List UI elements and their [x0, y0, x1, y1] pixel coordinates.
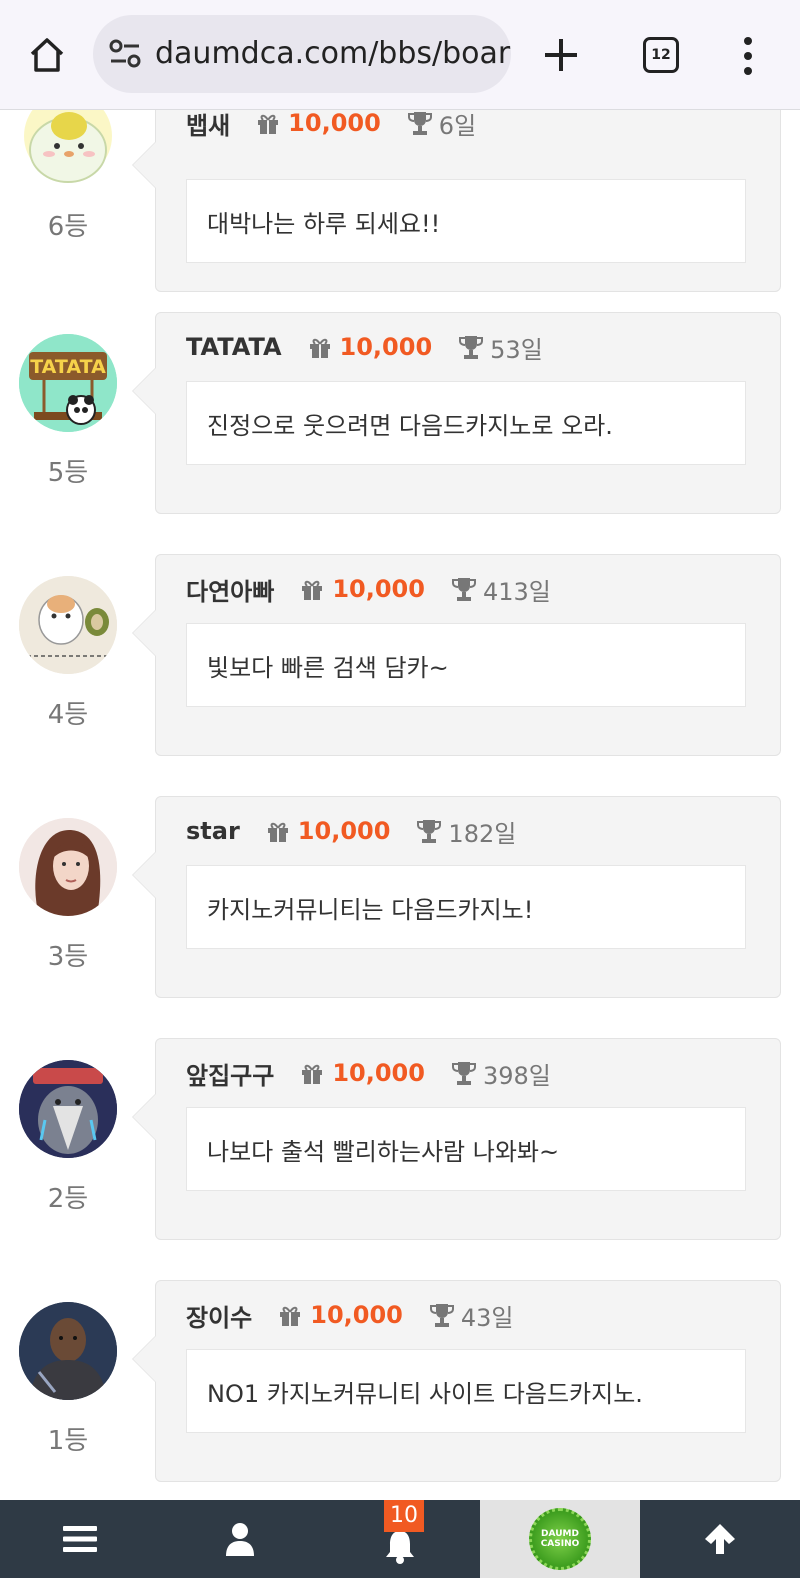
points-amount: 10,000 — [288, 109, 381, 137]
url-text[interactable]: daumdca.com/bbs/board — [155, 37, 511, 71]
gift-icon — [267, 822, 288, 842]
comment-card: 장이수 10,000 43일 NO1 카지노커뮤니티 사이트 다음드카지노. — [132, 1280, 781, 1482]
home-logo-button[interactable]: DAUMD CASINO — [480, 1500, 640, 1578]
points-amount: 10,000 — [339, 333, 433, 361]
avatar[interactable] — [19, 1060, 117, 1158]
user-icon — [226, 1523, 254, 1556]
site-info-icon[interactable] — [107, 37, 143, 71]
trophy-icon — [417, 820, 442, 843]
comment-card: 다연아빠 10,000 413일 빛보다 빠른 검색 담카~ — [132, 554, 781, 756]
address-bar[interactable]: daumdca.com/bbs/board — [93, 15, 511, 93]
trophy-icon — [407, 112, 432, 135]
comment-card: 뱁새 10,000 6일 대박나는 하루 되세요!! — [132, 86, 781, 292]
list-item: 1등 장이수 10,000 43일 NO1 카지노커뮤니티 사이트 다음드카지노… — [0, 1280, 800, 1504]
points-amount: 10,000 — [332, 1059, 425, 1087]
attendance-days: 53일 — [490, 335, 543, 364]
comment-text: 진정으로 웃으려면 다음드카지노로 오라. — [186, 381, 746, 465]
comment-meta: 앞집구구 10,000 398일 — [186, 1053, 551, 1093]
nickname[interactable]: 앞집구구 — [186, 1056, 274, 1091]
comment-text: 대박나는 하루 되세요!! — [186, 179, 746, 263]
avatar-text: TATATA — [30, 356, 106, 378]
trophy-icon — [451, 578, 476, 601]
avatar[interactable] — [19, 1302, 117, 1400]
comment-meta: star 10,000 182일 — [186, 811, 516, 851]
tabs-icon[interactable]: 12 — [643, 37, 679, 73]
attendance-days: 182일 — [448, 819, 517, 848]
menu-icon — [63, 1526, 97, 1552]
comment-meta: TATATA 10,000 53일 — [186, 327, 543, 367]
rank-label: 2등 — [47, 1184, 89, 1214]
list-item: 3등 star 10,000 182일 카지노커뮤니티는 다음드카지노! — [0, 796, 800, 1020]
list-item: TATATA 5등 TATATA 10,000 53일 진정으로 웃으려면 다음… — [0, 312, 800, 536]
nickname[interactable]: TATATA — [186, 333, 282, 361]
menu-button[interactable] — [0, 1500, 160, 1578]
logo-text: DAUMD CASINO — [540, 1529, 580, 1549]
rank-label: 3등 — [47, 942, 89, 972]
trophy-icon — [429, 1304, 454, 1327]
avatar[interactable] — [19, 818, 117, 916]
nickname[interactable]: star — [186, 817, 240, 845]
nickname[interactable]: 뱁새 — [186, 106, 230, 141]
user-button[interactable] — [160, 1500, 320, 1578]
notification-button[interactable]: 10 — [320, 1500, 480, 1578]
attendance-days: 413일 — [482, 577, 551, 606]
list-item: 2등 앞집구구 10,000 398일 나보다 출석 빨리하는사람 나와봐~ — [0, 1038, 800, 1262]
gift-icon — [280, 1306, 301, 1326]
trophy-icon — [451, 1062, 476, 1085]
rank-label: 6등 — [47, 212, 89, 242]
nickname[interactable]: 장이수 — [186, 1298, 252, 1333]
comment-card: TATATA 10,000 53일 진정으로 웃으려면 다음드카지노로 오라. — [132, 312, 781, 514]
comment-text: NO1 카지노커뮤니티 사이트 다음드카지노. — [186, 1349, 746, 1433]
more-menu-icon[interactable] — [740, 36, 756, 76]
rank-label: 1등 — [47, 1426, 89, 1456]
home-icon[interactable] — [22, 30, 72, 80]
rank-label: 4등 — [47, 700, 89, 730]
scroll-top-button[interactable] — [640, 1500, 800, 1578]
new-tab-icon[interactable] — [540, 34, 582, 76]
avatar[interactable]: TATATA — [19, 334, 117, 432]
comment-card: star 10,000 182일 카지노커뮤니티는 다음드카지노! — [132, 796, 781, 998]
gift-icon — [302, 580, 323, 600]
bottom-nav: 10 DAUMD CASINO — [0, 1500, 800, 1578]
trophy-icon — [459, 336, 484, 359]
comment-text: 카지노커뮤니티는 다음드카지노! — [186, 865, 746, 949]
points-amount: 10,000 — [297, 817, 391, 845]
logo: DAUMD CASINO — [529, 1508, 591, 1570]
bell-icon — [386, 1531, 414, 1564]
comment-text: 빛보다 빠른 검색 담카~ — [186, 623, 746, 707]
attendance-days: 398일 — [482, 1061, 551, 1090]
rank-label: 5등 — [47, 458, 89, 488]
arrow-up-icon — [705, 1524, 735, 1554]
comment-card: 앞집구구 10,000 398일 나보다 출석 빨리하는사람 나와봐~ — [132, 1038, 781, 1240]
gift-icon — [309, 338, 330, 358]
points-amount: 10,000 — [332, 575, 425, 603]
list-item: 4등 다연아빠 10,000 413일 빛보다 빠른 검색 담카~ — [0, 554, 800, 778]
attendance-days: 43일 — [460, 1303, 514, 1332]
tab-count: 12 — [651, 47, 671, 63]
list-item: 6등 뱁새 10,000 6일 대박나는 하루 되세요!! — [0, 86, 800, 292]
attendance-days: 6일 — [438, 111, 477, 140]
gift-icon — [258, 114, 279, 134]
comment-meta: 장이수 10,000 43일 — [186, 1295, 514, 1335]
avatar[interactable] — [19, 576, 117, 674]
gift-icon — [302, 1064, 323, 1084]
comment-meta: 다연아빠 10,000 413일 — [186, 569, 551, 609]
points-amount: 10,000 — [310, 1301, 403, 1329]
browser-toolbar: daumdca.com/bbs/board 12 — [0, 0, 800, 110]
notification-badge: 10 — [384, 1500, 424, 1532]
comment-text: 나보다 출석 빨리하는사람 나와봐~ — [186, 1107, 746, 1191]
nickname[interactable]: 다연아빠 — [186, 572, 274, 607]
